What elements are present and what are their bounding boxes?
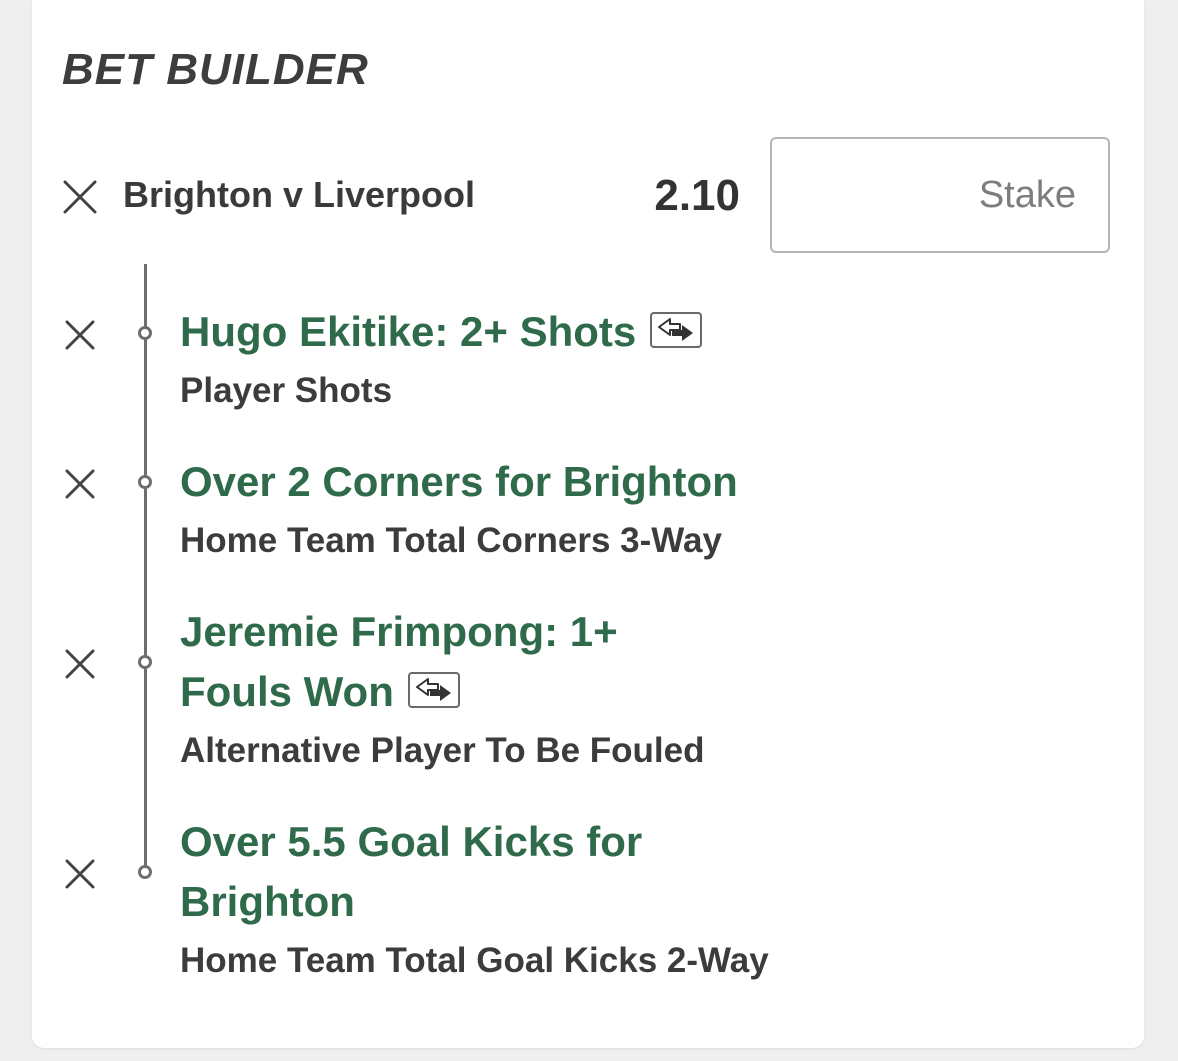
selection-title-line2[interactable]: Fouls Won [180, 662, 460, 722]
selection-market: Alternative Player To Be Fouled [180, 731, 705, 770]
selection-title-text: Hugo Ekitike: 2+ Shots [180, 308, 637, 355]
match-odds: 2.10 [654, 171, 740, 220]
selection-title[interactable]: Jeremie Frimpong: 1+ [180, 602, 618, 662]
match-name: Brighton v Liverpool [123, 174, 476, 215]
bet-builder-card: BET BUILDER Brighton v Liverpool 2.10 Hu… [32, 0, 1144, 1048]
remove-selection-close-icon[interactable] [65, 469, 95, 499]
remove-match-close-icon[interactable] [63, 180, 97, 214]
selection-market: Home Team Total Corners 3-Way [180, 521, 722, 560]
selection-market: Home Team Total Goal Kicks 2-Way [180, 941, 769, 980]
selection-title[interactable]: Hugo Ekitike: 2+ Shots [180, 302, 703, 362]
selection-title[interactable]: Over 2 Corners for Brighton [180, 452, 738, 512]
stake-input[interactable] [770, 137, 1110, 253]
remove-selection-close-icon[interactable] [65, 859, 95, 889]
selection-title[interactable]: Over 5.5 Goal Kicks for [180, 812, 642, 872]
timeline-node-icon [138, 655, 152, 669]
bet-builder-title: BET BUILDER [62, 45, 369, 94]
swap-icon[interactable] [650, 311, 703, 348]
timeline-line [144, 264, 147, 874]
remove-selection-close-icon[interactable] [65, 649, 95, 679]
selection-title-text: Fouls Won [180, 668, 394, 715]
timeline-node-icon [138, 865, 152, 879]
timeline-node-icon [138, 475, 152, 489]
remove-selection-close-icon[interactable] [65, 320, 95, 350]
selection-market: Player Shots [180, 371, 393, 410]
timeline-node-icon [138, 326, 152, 340]
selection-title-line2[interactable]: Brighton [180, 872, 355, 932]
swap-icon[interactable] [407, 671, 460, 708]
